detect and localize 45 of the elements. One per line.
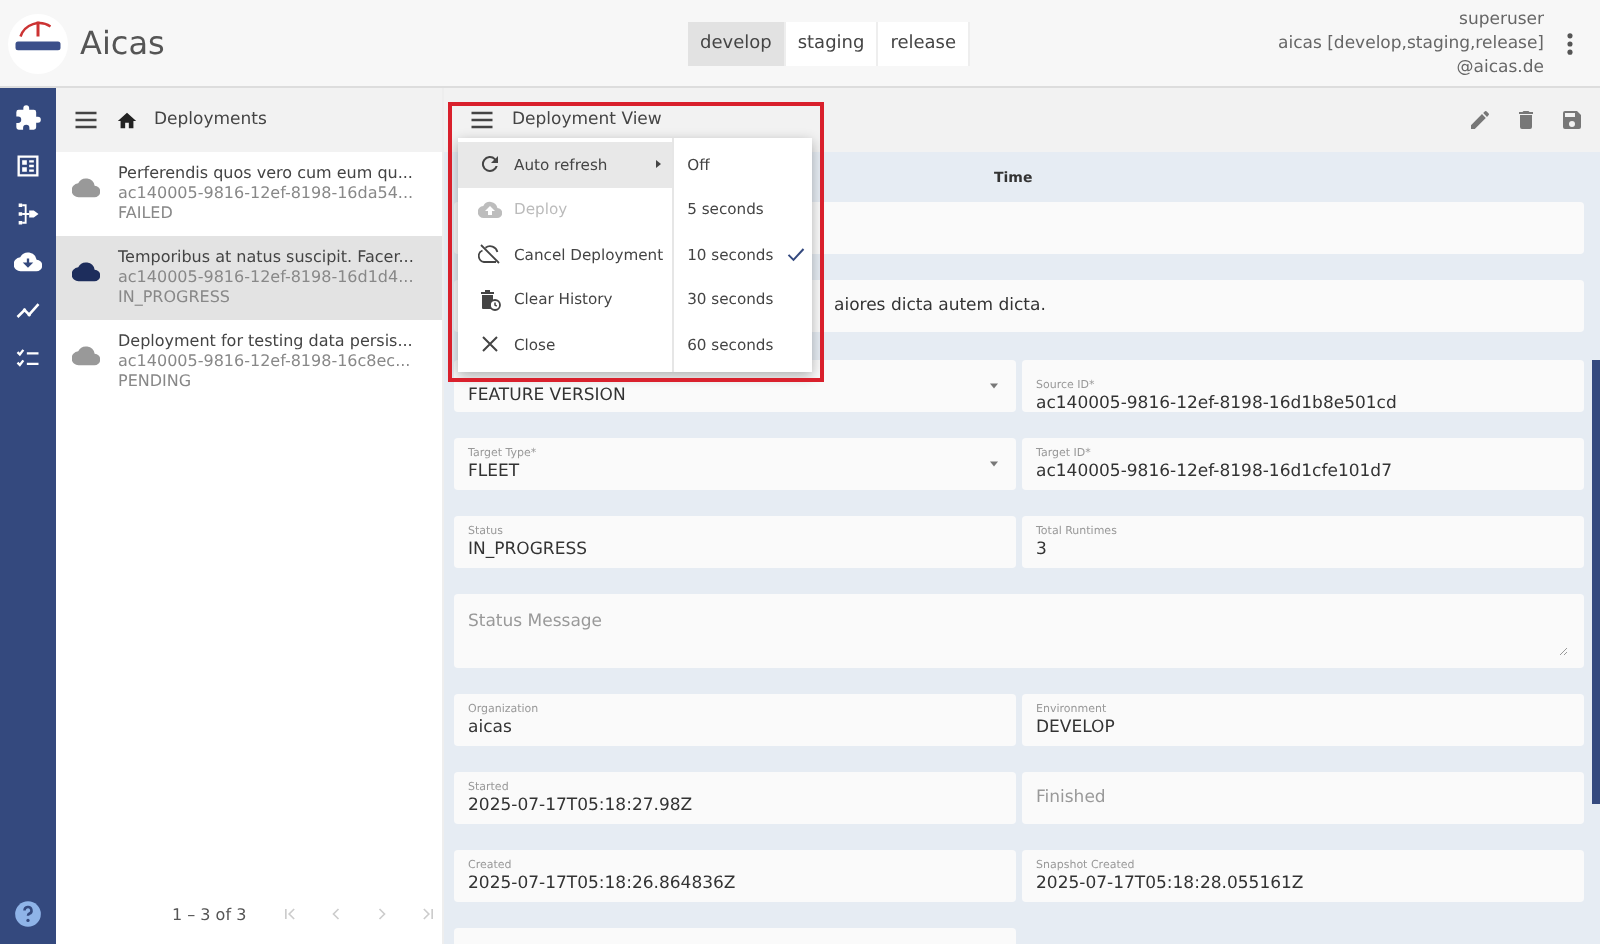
deployment-status: PENDING [118,372,194,392]
dropdown-caret-icon [988,380,1000,392]
deployment-item[interactable]: Temporibus at natus suscipit. Facer... ac140005-9816-12ef-8198-16d1d4... IN_PROGRESS [56,236,442,320]
cloud-icon [72,342,100,370]
deployment-item[interactable]: Perferendis quos vero cum eum qu... ac140005-9816-12ef-8198-16da54... FAILED [56,152,442,236]
deployment-status: FAILED [118,204,175,224]
logo-icon [8,13,68,73]
flow-icon[interactable] [14,200,42,228]
deployment-id: ac140005-9816-12ef-8198-16da54... [118,184,414,204]
close-icon [478,332,502,357]
pencil-icon[interactable] [1468,108,1492,132]
deployment-title: Deployment for testing data persis... [118,332,413,352]
cloud-upload-icon [478,197,502,222]
trash-icon[interactable] [1514,108,1538,132]
cloud-off-icon [478,242,502,267]
menu-icon[interactable] [468,106,496,134]
checklist-icon[interactable] [14,344,42,372]
user-info: superuser [1457,7,1544,31]
dashboard-icon[interactable] [14,152,42,180]
refresh-icon [478,152,502,177]
puzzle-icon[interactable] [14,104,42,132]
home-icon [116,109,138,131]
user-info: @aicas.de [1454,55,1544,79]
deployment-item[interactable]: Deployment for testing data persis... ac140005-9816-12ef-8198-16c8ec... PENDING [56,320,442,404]
cloud-download-icon[interactable] [14,248,42,276]
help-icon[interactable] [14,900,42,928]
deployment-title: Perferendis quos vero cum eum qu... [118,164,414,184]
user-info: aicas [develop,staging,release] [1278,31,1544,55]
cloud-icon [72,258,100,286]
deployment-id: ac140005-9816-12ef-8198-16c8ec... [118,352,413,372]
menu-icon[interactable] [72,106,100,134]
app-title: Aicas [80,24,165,62]
environment-tab[interactable]: develop [688,21,786,65]
dropdown-caret-icon [988,458,1000,470]
deployment-status: IN_PROGRESS [118,288,232,308]
cloud-icon [72,174,100,202]
deployment-id: ac140005-9816-12ef-8198-16d1d4... [118,268,414,288]
pagination-range: 1 – 3 of 3 [172,905,247,923]
save-icon[interactable] [1560,108,1584,132]
trash-clock-icon [478,287,502,312]
resize-handle-icon[interactable] [1556,644,1568,656]
deployment-title: Temporibus at natus suscipit. Facer... [118,248,414,268]
panel-title: Deployment View [512,110,662,130]
scrollbar[interactable] [1592,360,1600,804]
panel-title: Deployments [154,110,267,130]
